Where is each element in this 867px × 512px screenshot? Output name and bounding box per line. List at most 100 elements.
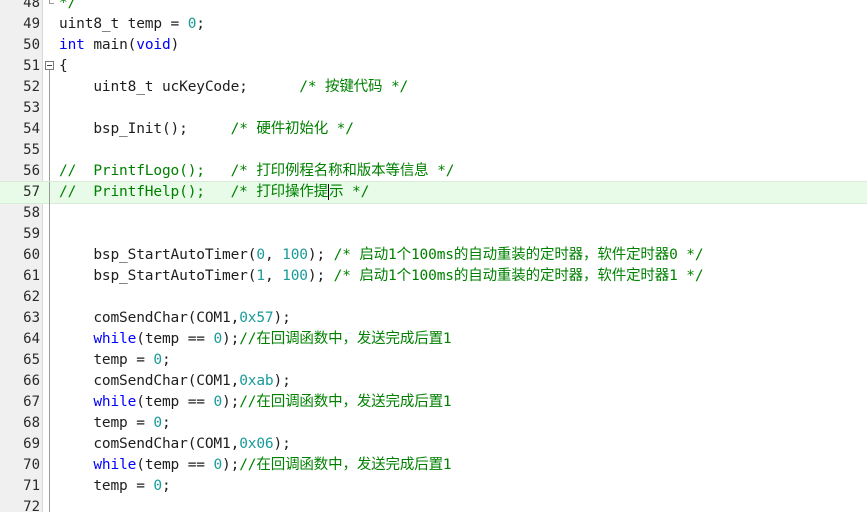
code-text[interactable]: while(temp == 0);//在回调函数中，发送完成后置1 bbox=[59, 329, 452, 350]
line-number: 68 bbox=[23, 415, 40, 431]
code-number: 0 bbox=[213, 457, 223, 473]
code-text[interactable]: bsp_Init(); /* 硬件初始化 */ bbox=[59, 119, 354, 140]
code-token: comSendChar(COM1, bbox=[59, 436, 240, 452]
code-text[interactable]: comSendChar(COM1,0x57); bbox=[59, 308, 291, 329]
code-line[interactable]: 69 comSendChar(COM1,0x06); bbox=[0, 434, 867, 455]
line-number: 66 bbox=[23, 373, 40, 389]
line-number: 60 bbox=[23, 247, 40, 263]
code-line[interactable]: 71 temp = 0; bbox=[0, 476, 867, 497]
line-number: 63 bbox=[23, 310, 40, 326]
code-comment: /* 启动1个100ms的自动重装的定时器，软件定时器0 */ bbox=[333, 247, 704, 263]
code-number: 0xab bbox=[239, 373, 274, 389]
code-line[interactable]: 58 bbox=[0, 203, 867, 224]
fold-guide-line bbox=[49, 455, 50, 476]
code-text[interactable]: temp = 0; bbox=[59, 350, 171, 371]
code-line[interactable]: 50 int main(void) bbox=[0, 35, 867, 56]
fold-guide-line bbox=[49, 476, 50, 497]
fold-guide-line bbox=[49, 392, 50, 413]
code-token: (temp == bbox=[136, 394, 214, 410]
code-line[interactable]: 64 while(temp == 0);//在回调函数中，发送完成后置1 bbox=[0, 329, 867, 350]
code-token: bsp_Init(); bbox=[59, 121, 231, 137]
code-line[interactable]: 59 bbox=[0, 224, 867, 245]
code-line[interactable]: 49 uint8_t temp = 0; bbox=[0, 14, 867, 35]
line-number: 54 bbox=[23, 121, 40, 137]
fold-guide-line bbox=[49, 161, 50, 182]
line-number: 58 bbox=[23, 205, 40, 221]
code-token: ; bbox=[161, 352, 171, 368]
line-number: 57 bbox=[23, 184, 40, 200]
code-line[interactable]: 53 bbox=[0, 98, 867, 119]
code-line[interactable]: 66 comSendChar(COM1,0xab); bbox=[0, 371, 867, 392]
code-line[interactable]: 52 uint8_t ucKeyCode; /* 按键代码 */ bbox=[0, 77, 867, 98]
code-text[interactable]: while(temp == 0);//在回调函数中，发送完成后置1 bbox=[59, 392, 451, 413]
code-text[interactable]: bsp_StartAutoTimer(0, 100); /* 启动1个100ms… bbox=[59, 245, 703, 266]
code-line[interactable]: 57 // PrintfHelp(); /* 打印操作提示 */ bbox=[0, 181, 867, 204]
code-keyword: while bbox=[93, 457, 137, 473]
code-text[interactable]: { bbox=[59, 56, 68, 77]
code-token: ); bbox=[222, 457, 240, 473]
code-text[interactable]: while(temp == 0);//在回调函数中，发送完成后置1 bbox=[59, 455, 452, 476]
code-number: 0x57 bbox=[239, 310, 274, 326]
code-text[interactable]: bsp_StartAutoTimer(1, 100); /* 启动1个100ms… bbox=[59, 266, 703, 287]
code-text[interactable]: temp = 0; bbox=[59, 413, 170, 434]
code-line[interactable]: 61 bsp_StartAutoTimer(1, 100); /* 启动1个10… bbox=[0, 266, 867, 287]
code-lines[interactable]: 48 */49 uint8_t temp = 0; 50 int main(void) 5… bbox=[0, 0, 867, 512]
line-number: 65 bbox=[23, 352, 40, 368]
code-line[interactable]: 56 // PrintfLogo(); /* 打印例程名称和版本等信息 */ bbox=[0, 161, 867, 182]
code-comment: // PrintfHelp(); /* 打印操作提 bbox=[59, 184, 329, 200]
code-number: 0 bbox=[153, 352, 162, 368]
code-comment: // PrintfLogo(); /* 打印例程名称和版本等信息 */ bbox=[59, 163, 455, 179]
code-token: , bbox=[264, 247, 283, 263]
code-token: ); bbox=[222, 331, 240, 347]
code-line[interactable]: 65 temp = 0; bbox=[0, 350, 867, 371]
line-number: 49 bbox=[23, 16, 40, 32]
code-comment: //在回调函数中，发送完成后置1 bbox=[239, 457, 452, 473]
code-token: (temp == bbox=[136, 331, 214, 347]
code-token: { bbox=[59, 58, 68, 74]
fold-guide-line bbox=[49, 77, 50, 98]
code-line[interactable]: 60 bsp_StartAutoTimer(0, 100); /* 启动1个10… bbox=[0, 245, 867, 266]
code-text[interactable]: uint8_t ucKeyCode; /* 按键代码 */ bbox=[59, 77, 408, 98]
code-text[interactable]: // PrintfHelp(); /* 打印操作提示 */ bbox=[59, 182, 369, 203]
fold-guide-line bbox=[49, 266, 50, 287]
code-editor[interactable]: 48 */49 uint8_t temp = 0; 50 int main(void) 5… bbox=[0, 0, 867, 512]
code-comment: /* 按键代码 */ bbox=[299, 79, 409, 95]
code-line[interactable]: 63 comSendChar(COM1,0x57); bbox=[0, 308, 867, 329]
fold-guide-line bbox=[49, 308, 50, 329]
fold-guide-line bbox=[49, 98, 50, 119]
code-line[interactable]: 62 bbox=[0, 287, 867, 308]
code-line[interactable]: 70 while(temp == 0);//在回调函数中，发送完成后置1 bbox=[0, 455, 867, 476]
code-line[interactable]: 67 while(temp == 0);//在回调函数中，发送完成后置1 bbox=[0, 392, 867, 413]
code-token: ); bbox=[222, 394, 240, 410]
code-number: 0 bbox=[213, 394, 223, 410]
code-line[interactable]: 68 temp = 0; bbox=[0, 413, 867, 434]
code-number: 1 bbox=[256, 268, 265, 284]
code-line[interactable]: 51 { bbox=[0, 56, 867, 77]
code-text[interactable]: int main(void) bbox=[59, 35, 179, 56]
code-token: bsp_StartAutoTimer( bbox=[59, 268, 257, 284]
code-token: , bbox=[264, 268, 283, 284]
code-token: ); bbox=[273, 310, 291, 326]
code-text[interactable]: // PrintfLogo(); /* 打印例程名称和版本等信息 */ bbox=[59, 161, 454, 182]
fold-guide-line bbox=[49, 434, 50, 455]
code-line[interactable]: 55 bbox=[0, 140, 867, 161]
code-comment: /* 硬件初始化 */ bbox=[230, 121, 354, 137]
code-line[interactable]: 54 bsp_Init(); /* 硬件初始化 */ bbox=[0, 119, 867, 140]
code-text[interactable]: comSendChar(COM1,0x06); bbox=[59, 434, 291, 455]
code-text[interactable]: comSendChar(COM1,0xab); bbox=[59, 371, 291, 392]
code-text[interactable]: */ bbox=[59, 0, 76, 14]
code-token: temp = bbox=[59, 415, 154, 431]
code-comment: */ bbox=[59, 0, 77, 11]
code-line[interactable]: 72 bbox=[0, 497, 867, 512]
line-number: 53 bbox=[23, 100, 40, 116]
code-text[interactable]: uint8_t temp = 0; bbox=[59, 14, 205, 35]
line-number: 67 bbox=[23, 394, 40, 410]
code-keyword: int bbox=[59, 37, 85, 53]
code-line[interactable]: 48 */ bbox=[0, 0, 867, 14]
code-token: bsp_StartAutoTimer( bbox=[59, 247, 257, 263]
code-text[interactable]: temp = 0; bbox=[59, 476, 170, 497]
code-token: comSendChar(COM1, bbox=[59, 373, 240, 389]
fold-collapse-icon[interactable] bbox=[45, 61, 54, 70]
code-number: 0 bbox=[256, 247, 265, 263]
code-comment: //在回调函数中，发送完成后置1 bbox=[239, 331, 452, 347]
